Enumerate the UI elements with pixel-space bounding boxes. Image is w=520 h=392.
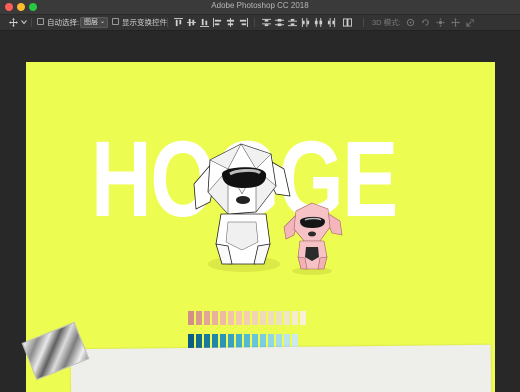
color-swatch [196, 334, 202, 348]
color-swatch [284, 311, 290, 325]
auto-select-label: 自动选择: [47, 18, 80, 27]
3d-scale-icon[interactable] [466, 18, 475, 27]
window-titlebar: Adobe Photoshop CC 2018 [0, 0, 520, 15]
color-swatch [252, 334, 258, 348]
cool-swatch-row [188, 334, 298, 348]
color-swatch [268, 334, 274, 348]
color-swatch [228, 334, 234, 348]
distribute-horizontal-center-icon[interactable] [314, 18, 323, 27]
distribute-right-icon[interactable] [327, 18, 336, 27]
color-swatch [188, 311, 194, 325]
show-transform-checkbox[interactable] [112, 18, 119, 25]
document-canvas-area[interactable]: HOGGE [0, 31, 520, 392]
color-swatch [204, 334, 210, 348]
3d-rotate-icon[interactable] [406, 18, 415, 27]
3d-roll-icon[interactable] [421, 18, 430, 27]
align-bottom-icon[interactable] [200, 18, 209, 27]
auto-align-layers-icon[interactable] [343, 18, 352, 27]
color-swatch [236, 334, 242, 348]
color-swatch [236, 311, 242, 325]
show-transform-label: 显示变换控件 [122, 18, 167, 27]
distribute-bottom-icon[interactable] [288, 18, 297, 27]
artboard[interactable]: HOGGE [26, 62, 495, 392]
color-swatch [292, 311, 298, 325]
chevron-down-icon: ⌄ [99, 19, 105, 25]
paper-tape [70, 344, 492, 392]
color-swatch [244, 334, 250, 348]
align-vertical-center-icon[interactable] [187, 18, 196, 27]
align-left-icon[interactable] [213, 18, 222, 27]
color-swatch [276, 334, 282, 348]
distribute-top-icon[interactable] [262, 18, 271, 27]
distribute-left-icon[interactable] [301, 18, 310, 27]
color-swatch [244, 311, 250, 325]
color-swatch [212, 334, 218, 348]
color-swatch [204, 311, 210, 325]
move-tool-icon[interactable] [9, 18, 18, 27]
distribute-vertical-center-icon[interactable] [275, 18, 284, 27]
white-dog-illustration [193, 143, 291, 272]
pink-dog-illustration [283, 202, 343, 275]
color-swatch [260, 334, 266, 348]
options-bar: 自动选择: 图层 ⌄ 显示变换控件 3D 模式: [0, 15, 520, 31]
color-swatch [228, 311, 234, 325]
layer-select-dropdown[interactable]: 图层 ⌄ [80, 17, 108, 28]
layer-select-value: 图层 [84, 19, 98, 26]
window-title: Adobe Photoshop CC 2018 [211, 1, 309, 10]
color-swatch [260, 311, 266, 325]
color-swatch [276, 311, 282, 325]
align-horizontal-center-icon[interactable] [226, 18, 235, 27]
color-swatch [252, 311, 258, 325]
align-right-icon[interactable] [239, 18, 248, 27]
chevron-down-icon[interactable] [21, 19, 27, 25]
color-swatch [300, 311, 306, 325]
color-swatch [268, 311, 274, 325]
3d-pan-icon[interactable] [436, 18, 445, 27]
color-swatch [196, 311, 202, 325]
color-swatch [220, 311, 226, 325]
color-swatch [284, 334, 290, 348]
color-swatch [212, 311, 218, 325]
warm-swatch-row [188, 311, 306, 325]
3d-mode-label: 3D 模式: [372, 18, 401, 27]
auto-select-checkbox[interactable] [37, 18, 44, 25]
align-top-icon[interactable] [174, 18, 183, 27]
color-swatch [220, 334, 226, 348]
color-swatch [188, 334, 194, 348]
3d-slide-icon[interactable] [451, 18, 460, 27]
